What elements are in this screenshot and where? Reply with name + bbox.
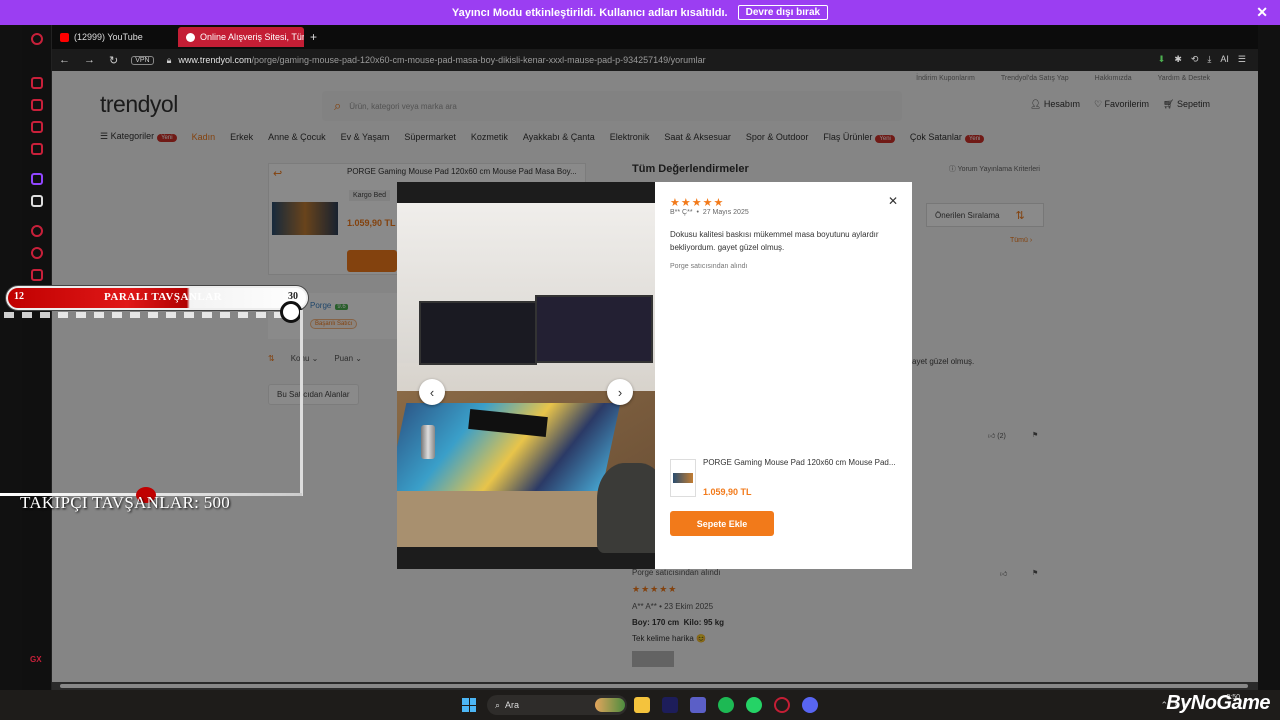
taskbar-search-label: Ara	[505, 700, 520, 710]
reload-icon[interactable]: ↻	[109, 54, 118, 67]
x-icon[interactable]	[31, 195, 43, 207]
modal-user: B** Ç**	[670, 209, 693, 216]
player-icon[interactable]	[31, 225, 43, 237]
scrollbar-thumb[interactable]	[60, 684, 1248, 688]
add-to-cart-button[interactable]: Sepete Ekle	[670, 511, 774, 536]
gx-label: GX	[30, 655, 42, 664]
address-bar: ← → ↻ VPN 🔒︎ www.trendyol.com/porge/gami…	[52, 49, 1258, 71]
banner-text: Yayıncı Modu etkinleştirildi. Kullanıcı …	[451, 6, 728, 19]
overlay-ring	[280, 301, 302, 323]
next-image-button[interactable]: ›	[607, 379, 633, 405]
share-icon[interactable]: ⟲	[1191, 54, 1199, 65]
tab-label: (12999) YouTube	[74, 32, 143, 42]
extensions-icon[interactable]	[31, 269, 43, 281]
opera-icon[interactable]	[31, 33, 43, 45]
teams-icon[interactable]	[690, 697, 706, 713]
history-icon[interactable]	[31, 247, 43, 259]
bynogame-watermark: ByNoGame	[1166, 692, 1270, 714]
whatsapp-icon[interactable]	[746, 697, 762, 713]
puzzle-icon[interactable]: ✱	[1174, 54, 1182, 65]
youtube-icon	[60, 32, 69, 42]
lock-icon: 🔒︎	[166, 54, 172, 65]
overlay-left-count: 12	[14, 291, 24, 302]
twitch-icon[interactable]	[31, 173, 43, 185]
modal-stars: ★★★★★	[670, 197, 725, 209]
url-field[interactable]: www.trendyol.com/porge/gaming-mouse-pad-…	[178, 55, 705, 65]
prev-image-button[interactable]: ‹	[419, 379, 445, 405]
modal-product-price: 1.059,90 TL	[703, 487, 752, 497]
discord-icon[interactable]	[802, 697, 818, 713]
modal-meta: B** Ç** • 27 Mayıs 2025	[670, 209, 749, 216]
modal-product-title[interactable]: PORGE Gaming Mouse Pad 120x60 cm Mouse P…	[703, 458, 903, 467]
horizontal-scrollbar[interactable]	[52, 682, 1258, 690]
review-detail-panel: ★★★★★ B** Ç** • 27 Mayıs 2025 ✕ Dokusu k…	[655, 182, 912, 569]
overlay-frame	[300, 310, 303, 496]
shop-icon[interactable]	[31, 99, 43, 111]
modal-review-text: Dokusu kalitesi baskısı mükemmel masa bo…	[670, 230, 879, 252]
overlay-decoration	[4, 312, 300, 318]
follower-goal: TAKIPÇI TAVŞANLAR: 500	[20, 493, 231, 512]
modal-date: 27 Mayıs 2025	[702, 209, 749, 216]
start-icon[interactable]	[462, 698, 476, 712]
trendyol-page: İndirim Kuponlarım Trendyol'da Satış Yap…	[52, 71, 1258, 682]
review-photo-large	[397, 203, 655, 553]
overlay-title: PARALI TAVŞANLAR	[104, 291, 223, 303]
download-arrow-icon[interactable]: ⬇	[1158, 54, 1166, 65]
browser-sidebar: GX	[22, 25, 52, 695]
stream-overlay-bar: 12 PARALI TAVŞANLAR 30	[6, 286, 308, 310]
close-icon[interactable]: ✕	[888, 194, 898, 208]
file-explorer-icon[interactable]	[634, 697, 650, 713]
opera-icon	[186, 32, 195, 42]
premiere-icon[interactable]	[662, 697, 678, 713]
gx-corner-icon[interactable]	[31, 77, 43, 89]
streamer-mode-banner: Yayıncı Modu etkinleştirildi. Kullanıcı …	[0, 0, 1280, 25]
taskbar-search[interactable]: ⌕ Ara	[487, 695, 627, 715]
new-tab-button[interactable]: +	[310, 30, 317, 44]
windows-taskbar: ⌕ Ara ⌃ ♪ ◔	[0, 690, 1280, 720]
forward-icon[interactable]: →	[84, 54, 95, 66]
messenger-icon[interactable]	[31, 143, 43, 155]
close-icon[interactable]: ✕	[1256, 4, 1268, 21]
review-image-viewer: ‹ ›	[397, 182, 655, 569]
opera-gx-icon[interactable]	[774, 697, 790, 713]
instagram-icon[interactable]	[31, 121, 43, 133]
menu-icon[interactable]: ☰	[1238, 54, 1246, 65]
spotify-icon[interactable]	[718, 697, 734, 713]
tab-label: Online Alışveriş Sitesi, Tür	[200, 32, 304, 42]
tab-youtube[interactable]: (12999) YouTube	[52, 27, 178, 47]
url-host: www.trendyol.com	[178, 55, 252, 65]
search-icon: ⌕	[495, 699, 506, 710]
modal-product-thumbnail[interactable]	[670, 459, 696, 497]
download-icon[interactable]: ⤓	[1207, 54, 1211, 65]
back-icon[interactable]: ←	[59, 54, 70, 66]
ai-button[interactable]: AI	[1220, 54, 1229, 65]
vpn-badge[interactable]: VPN	[131, 55, 154, 65]
modal-seller: Porge satıcısından alındı	[670, 263, 748, 270]
tab-trendyol[interactable]: Online Alışveriş Sitesi, Tür	[178, 27, 304, 47]
tab-bar: (12999) YouTube Online Alışveriş Sitesi,…	[52, 25, 1258, 71]
url-path: /porge/gaming-mouse-pad-120x60-cm-mouse-…	[251, 55, 706, 65]
disable-button[interactable]: Devre dışı bırak	[737, 5, 829, 20]
browser-toolbar: ⬇ ✱ ⟲ ⤓ AI ☰	[1158, 54, 1246, 65]
